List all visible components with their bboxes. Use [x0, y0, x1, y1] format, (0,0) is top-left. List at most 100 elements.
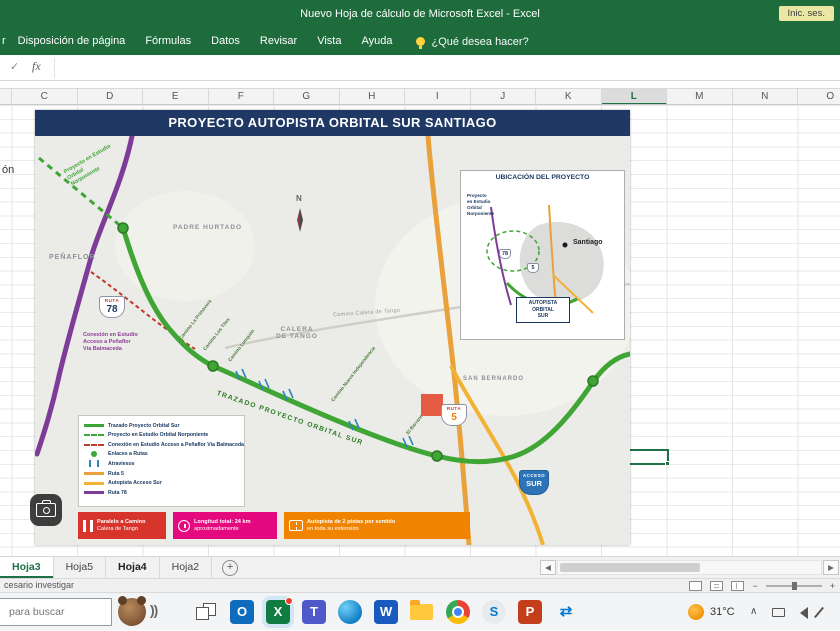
ribbon-tab-data[interactable]: Datos [201, 28, 250, 55]
add-sheet-button[interactable]: + [222, 560, 238, 576]
powerpoint-icon[interactable]: P [518, 600, 542, 624]
file-explorer-icon[interactable] [410, 604, 433, 620]
map-title: PROYECTO AUTOPISTA ORBITAL SUR SANTIAGO [35, 110, 630, 136]
map-canvas: N Proyecto en Estudio Orbital Norponient… [35, 136, 630, 545]
clock-icon [178, 520, 190, 532]
place-calera-de-tango: CALERA DE TANGO [267, 326, 327, 340]
normal-view-icon[interactable] [689, 581, 702, 591]
legend-item: Proyecto en Estudio Orbital Norponiente [84, 431, 239, 439]
column-header-o[interactable]: O [798, 89, 840, 105]
tray-chevron-icon[interactable]: ∧ [750, 593, 757, 631]
sheet-tab-hoja5[interactable]: Hoja5 [54, 557, 106, 578]
formula-bar: ✓ fx [0, 55, 840, 81]
edge-icon[interactable] [338, 600, 362, 624]
ribbon-tab-page-layout[interactable]: Disposición de página [8, 28, 136, 55]
inset-ruta-78-shield: 78 [499, 249, 511, 259]
task-view-icon[interactable] [196, 603, 218, 621]
column-header-clipped[interactable] [0, 89, 12, 105]
ruta-78-shield: RUTA 78 [99, 296, 125, 318]
column-header-f[interactable]: F [209, 89, 275, 105]
page-layout-view-icon[interactable] [710, 581, 723, 591]
weather-sun-icon[interactable] [688, 604, 704, 620]
place-padre-hurtado: PADRE HURTADO [173, 224, 242, 231]
hscroll-left-arrow[interactable]: ◀ [540, 560, 556, 575]
temperature-label[interactable]: 31°C [710, 593, 735, 631]
column-header-h[interactable]: H [340, 89, 406, 105]
zoom-slider-thumb[interactable] [792, 582, 797, 590]
place-penaflor: PEÑAFLOR [49, 254, 96, 261]
sheet-tab-hoja4[interactable]: Hoja4 [106, 557, 160, 578]
sync-arrows-icon[interactable]: ⇄ [554, 600, 578, 624]
widget-mascot-icon[interactable] [118, 598, 146, 626]
sheet-tab-bar: Hoja3 Hoja5 Hoja4 Hoja2 + ◀ ▶ [0, 556, 840, 578]
inset-study-note: Proyecto en Estudio Orbital Norponiente [467, 193, 494, 217]
sound-waves-glyph: )) [150, 602, 157, 618]
column-header-l-selected[interactable]: L [602, 89, 668, 105]
hscroll-right-arrow[interactable]: ▶ [823, 560, 839, 575]
column-header-k[interactable]: K [536, 89, 602, 105]
column-header-j[interactable]: J [471, 89, 537, 105]
excel-window: { "titlebar": { "title": "Nuevo Hoja de … [0, 0, 840, 630]
enter-check-icon[interactable]: ✓ [10, 60, 19, 73]
fill-handle[interactable] [665, 461, 670, 466]
column-header-e[interactable]: E [143, 89, 209, 105]
legend-item: Enlaces a Rutas [84, 450, 239, 458]
skype-icon[interactable]: S [482, 600, 506, 624]
notification-badge [285, 597, 293, 605]
inset-title: UBICACIÓN DEL PROYECTO [461, 174, 624, 181]
title-bar: Nuevo Hoja de cálculo de Microsoft Excel… [0, 0, 840, 28]
legend-item: Atraviesos [84, 460, 239, 468]
tell-me-label: ¿Qué desea hacer? [431, 36, 528, 48]
legend-red-dash-swatch [84, 444, 104, 446]
legend-item: Autopista Acceso Sur [84, 479, 239, 487]
status-message: cesario investigar [4, 580, 74, 590]
insert-function-icon[interactable]: fx [32, 59, 41, 74]
column-header-d[interactable]: D [78, 89, 144, 105]
window-title: Nuevo Hoja de cálculo de Microsoft Excel… [0, 0, 840, 28]
place-san-bernardo: SAN BERNARDO [463, 376, 524, 382]
formula-input[interactable] [56, 55, 840, 80]
inset-autopista-label: AUTOPISTA ORBITAL SUR [516, 297, 570, 323]
tray-pen-icon[interactable] [814, 607, 824, 618]
tray-volume-icon[interactable] [794, 607, 808, 619]
excel-icon[interactable]: X [266, 600, 290, 624]
chrome-icon[interactable] [446, 600, 470, 624]
column-header-g[interactable]: G [274, 89, 340, 105]
column-header-i[interactable]: I [405, 89, 471, 105]
sign-in-button[interactable]: Inic. ses. [779, 6, 835, 21]
ribbon-tab-bar: r Disposición de página Fórmulas Datos R… [0, 28, 840, 55]
ribbon-tab-review[interactable]: Revisar [250, 28, 307, 55]
ribbon-tab-help[interactable]: Ayuda [351, 28, 402, 55]
column-header-m[interactable]: M [667, 89, 733, 105]
tray-display-icon[interactable] [772, 608, 785, 617]
page-break-view-icon[interactable] [731, 581, 744, 591]
legend-ruta78-swatch [84, 491, 104, 494]
legend-item: Ruta 78 [84, 489, 239, 497]
word-icon[interactable]: W [374, 600, 398, 624]
ruta-5-shield: RUTA 5 [441, 404, 467, 426]
taskbar-search-input[interactable] [0, 598, 112, 626]
sheet-tab-hoja3[interactable]: Hoja3 [0, 557, 54, 578]
zoom-out-button[interactable]: − [752, 581, 757, 591]
tell-me-box[interactable]: ¿Qué desea hacer? [416, 36, 528, 48]
ribbon-tab-formulas[interactable]: Fórmulas [135, 28, 201, 55]
horizontal-scrollbar-thumb[interactable] [560, 563, 700, 572]
embedded-map-image[interactable]: PROYECTO AUTOPISTA ORBITAL SUR SANTIAGO … [35, 110, 630, 545]
column-header-c[interactable]: C [12, 89, 78, 105]
sheet-tab-hoja2[interactable]: Hoja2 [160, 557, 212, 578]
horizontal-scrollbar[interactable] [557, 560, 822, 575]
column-header-n[interactable]: N [733, 89, 799, 105]
screenshot-camera-button[interactable] [30, 494, 62, 526]
legend-acceso-swatch [84, 482, 104, 485]
teams-icon[interactable]: T [302, 600, 326, 624]
legend-item: Trazado Proyecto Orbital Sur [84, 422, 239, 430]
ribbon-tab-view[interactable]: Vista [307, 28, 351, 55]
formula-bar-divider [54, 58, 55, 78]
zoom-in-button[interactable]: + [830, 581, 835, 591]
outlook-icon[interactable]: O [230, 600, 254, 624]
legend-item: Conexión en Estudio Acceso a Peñaflor Ví… [84, 441, 239, 449]
highway-lanes-icon [289, 520, 303, 531]
zoom-slider[interactable] [766, 585, 822, 587]
map-fact-banners: Paralelo a Camino Calera de Tango Longit… [78, 512, 470, 539]
ribbon-tab-clipped[interactable]: r [0, 28, 8, 55]
